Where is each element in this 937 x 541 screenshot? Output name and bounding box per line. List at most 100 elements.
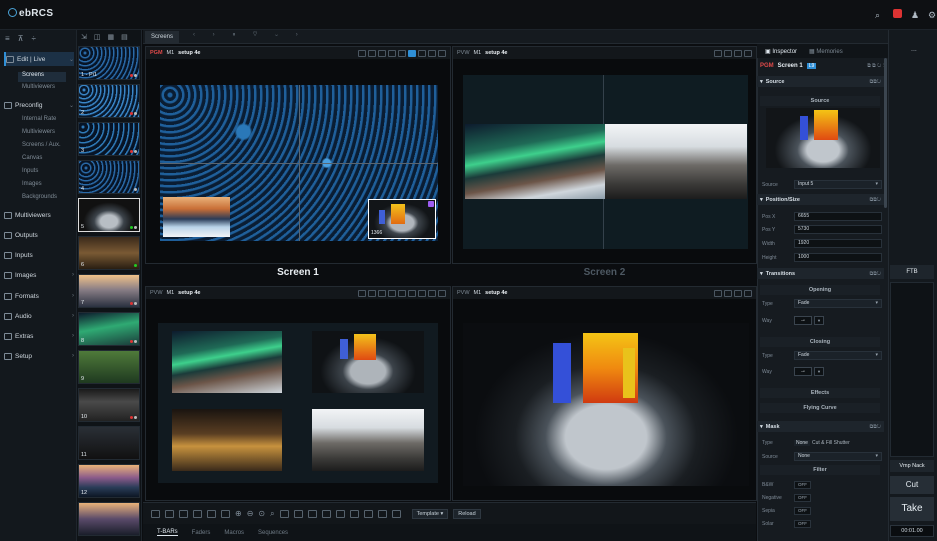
tab-macros[interactable]: Macros	[224, 530, 244, 536]
vmp-nack-button[interactable]: Vmp Nack	[890, 460, 934, 472]
nav-inputs[interactable]: Inputs	[4, 248, 74, 262]
tool-icon[interactable]	[307, 509, 317, 518]
nav-sub-backgrounds[interactable]: Backgrounds	[22, 194, 57, 204]
inspector-scrollbar[interactable]	[884, 58, 887, 208]
import-icon[interactable]: ⇲	[81, 33, 87, 41]
align-icon[interactable]	[221, 509, 230, 518]
source-select[interactable]: Input 5 ▾	[794, 180, 882, 189]
sub-closing[interactable]: Closing	[760, 337, 880, 347]
layer-icon[interactable]	[418, 289, 426, 297]
source-thumbnail[interactable]: 6	[78, 236, 140, 270]
nav-sub-multiviewers[interactable]: Multiviewers	[22, 84, 55, 94]
zoom-fit-icon[interactable]: ⊙	[258, 509, 265, 518]
nav-sub-multiviewers2[interactable]: Multiviewers	[22, 129, 55, 139]
copy-icon[interactable]	[428, 49, 436, 57]
height-field[interactable]: 1000	[794, 253, 882, 262]
nav-sub-screens[interactable]: Screens	[18, 72, 66, 82]
tool-icon[interactable]	[363, 509, 373, 518]
quad-pgm-screen1[interactable]: PGM M1 setup 4e 1366	[145, 46, 451, 264]
quad-pvw-screen2[interactable]: PVW M1 setup 4e	[452, 46, 757, 264]
tool-icon[interactable]	[321, 509, 331, 518]
copy-icon[interactable]	[428, 289, 436, 297]
source-thumbnail[interactable]: 11	[78, 426, 140, 460]
tool-icon[interactable]	[391, 509, 401, 518]
layer-icon[interactable]	[358, 49, 366, 57]
paste-icon[interactable]	[438, 49, 446, 57]
sub-filter[interactable]: Filter	[760, 465, 880, 475]
sub-flying-curve[interactable]: Flying Curve	[760, 403, 880, 413]
layer-icon[interactable]	[408, 289, 416, 297]
open-type-select[interactable]: Fade ▾	[794, 299, 882, 308]
cut-button[interactable]: Cut	[890, 476, 934, 494]
selected-layer-speaker[interactable]: 1366	[368, 199, 436, 239]
nav-images[interactable]: Images ›	[4, 268, 74, 282]
sub-effects[interactable]: Effects	[760, 388, 880, 398]
layer-icon[interactable]	[398, 49, 406, 57]
way-dropdown-button[interactable]: ▾	[814, 316, 824, 325]
layer-icon[interactable]	[724, 289, 732, 297]
align-icon[interactable]	[207, 509, 216, 518]
nav-sub-internal-rate[interactable]: Internal Rate	[22, 116, 56, 126]
add-icon[interactable]: ÷	[32, 34, 36, 43]
copy-icon[interactable]	[734, 49, 742, 57]
header-actions[interactable]: ⧉ ⧉ ↻ ⋮	[867, 63, 884, 69]
sub-opening[interactable]: Opening	[760, 285, 880, 295]
search-icon[interactable]: ⌕	[875, 10, 880, 21]
tool-icon[interactable]	[335, 509, 345, 518]
layer-icon[interactable]	[368, 289, 376, 297]
nav-preconfig[interactable]: Preconfig ⌄	[4, 98, 74, 112]
nav-extras[interactable]: Extras ›	[4, 329, 74, 343]
source-thumbnail[interactable]: 9	[78, 350, 140, 384]
tool-icon[interactable]	[293, 509, 303, 518]
list-icon[interactable]: ▤	[121, 33, 128, 41]
layer-icon[interactable]	[398, 289, 406, 297]
source-thumbnail[interactable]: 12	[78, 464, 140, 498]
tbar-slider[interactable]	[890, 282, 934, 457]
template-select[interactable]: Template ▾	[411, 508, 449, 519]
tool-icon[interactable]	[349, 509, 359, 518]
filter-toggle[interactable]: OFF	[794, 506, 811, 515]
section-actions[interactable]: ⧉⧉↻	[870, 424, 884, 430]
grid-icon[interactable]: ▦	[108, 33, 115, 41]
posx-field[interactable]: 6655	[794, 212, 882, 221]
tool-icon[interactable]	[151, 509, 160, 518]
section-actions[interactable]: ⧉⧉↻	[870, 271, 884, 277]
tab-memories[interactable]: ▦ Memories	[809, 48, 843, 55]
view-icon[interactable]: ◫	[94, 33, 101, 41]
layer-icon[interactable]	[724, 49, 732, 57]
paste-icon[interactable]	[744, 49, 752, 57]
paste-icon[interactable]	[744, 289, 752, 297]
way-dropdown-button[interactable]: ▾	[814, 367, 824, 376]
user-icon[interactable]: ♟	[911, 10, 919, 21]
zoom-in-icon[interactable]: ⊕	[235, 509, 242, 518]
section-transitions[interactable]: ▾ Transitions ⧉⧉↻	[757, 268, 884, 279]
way-direction-button[interactable]: →	[794, 367, 812, 376]
filter-toggle[interactable]: OFF	[794, 493, 811, 502]
tab-faders[interactable]: Faders	[192, 530, 211, 536]
layer-icon[interactable]	[714, 289, 722, 297]
nav-sub-canvas[interactable]: Canvas	[22, 155, 42, 165]
quad-pvw-bl[interactable]: PVW M1 setup 4e	[145, 286, 451, 501]
paste-icon[interactable]	[438, 289, 446, 297]
tool-icon[interactable]	[165, 509, 174, 518]
zoom-icon[interactable]: ⌕	[270, 509, 274, 519]
menu-icon[interactable]: ≡	[5, 34, 10, 43]
source-thumbnail[interactable]: 5	[78, 198, 140, 232]
alert-icon[interactable]	[893, 9, 902, 20]
source-thumbnail[interactable]: 7	[78, 274, 140, 308]
nav-setup[interactable]: Setup ›	[4, 349, 74, 363]
mask-source-select[interactable]: None ▾	[794, 452, 882, 461]
layer-icon[interactable]	[418, 49, 426, 57]
source-thumbnail[interactable]: 2	[78, 84, 140, 118]
reload-button[interactable]: Reload	[453, 508, 481, 519]
more-icon[interactable]: ...	[911, 46, 917, 53]
filter-toggle[interactable]: OFF	[794, 480, 811, 489]
ftb-button[interactable]: FTB	[890, 265, 934, 279]
source-thumbnail[interactable]: 8	[78, 312, 140, 346]
filter-toggle[interactable]: OFF	[794, 519, 811, 528]
tool-icon[interactable]	[193, 509, 202, 518]
section-source[interactable]: ▾ Source ⧉⧉↻	[757, 76, 884, 87]
section-actions[interactable]: ⧉⧉↻	[870, 197, 884, 203]
take-button[interactable]: Take	[890, 497, 934, 521]
tab-inspector[interactable]: ▣ Inspector	[765, 48, 797, 55]
